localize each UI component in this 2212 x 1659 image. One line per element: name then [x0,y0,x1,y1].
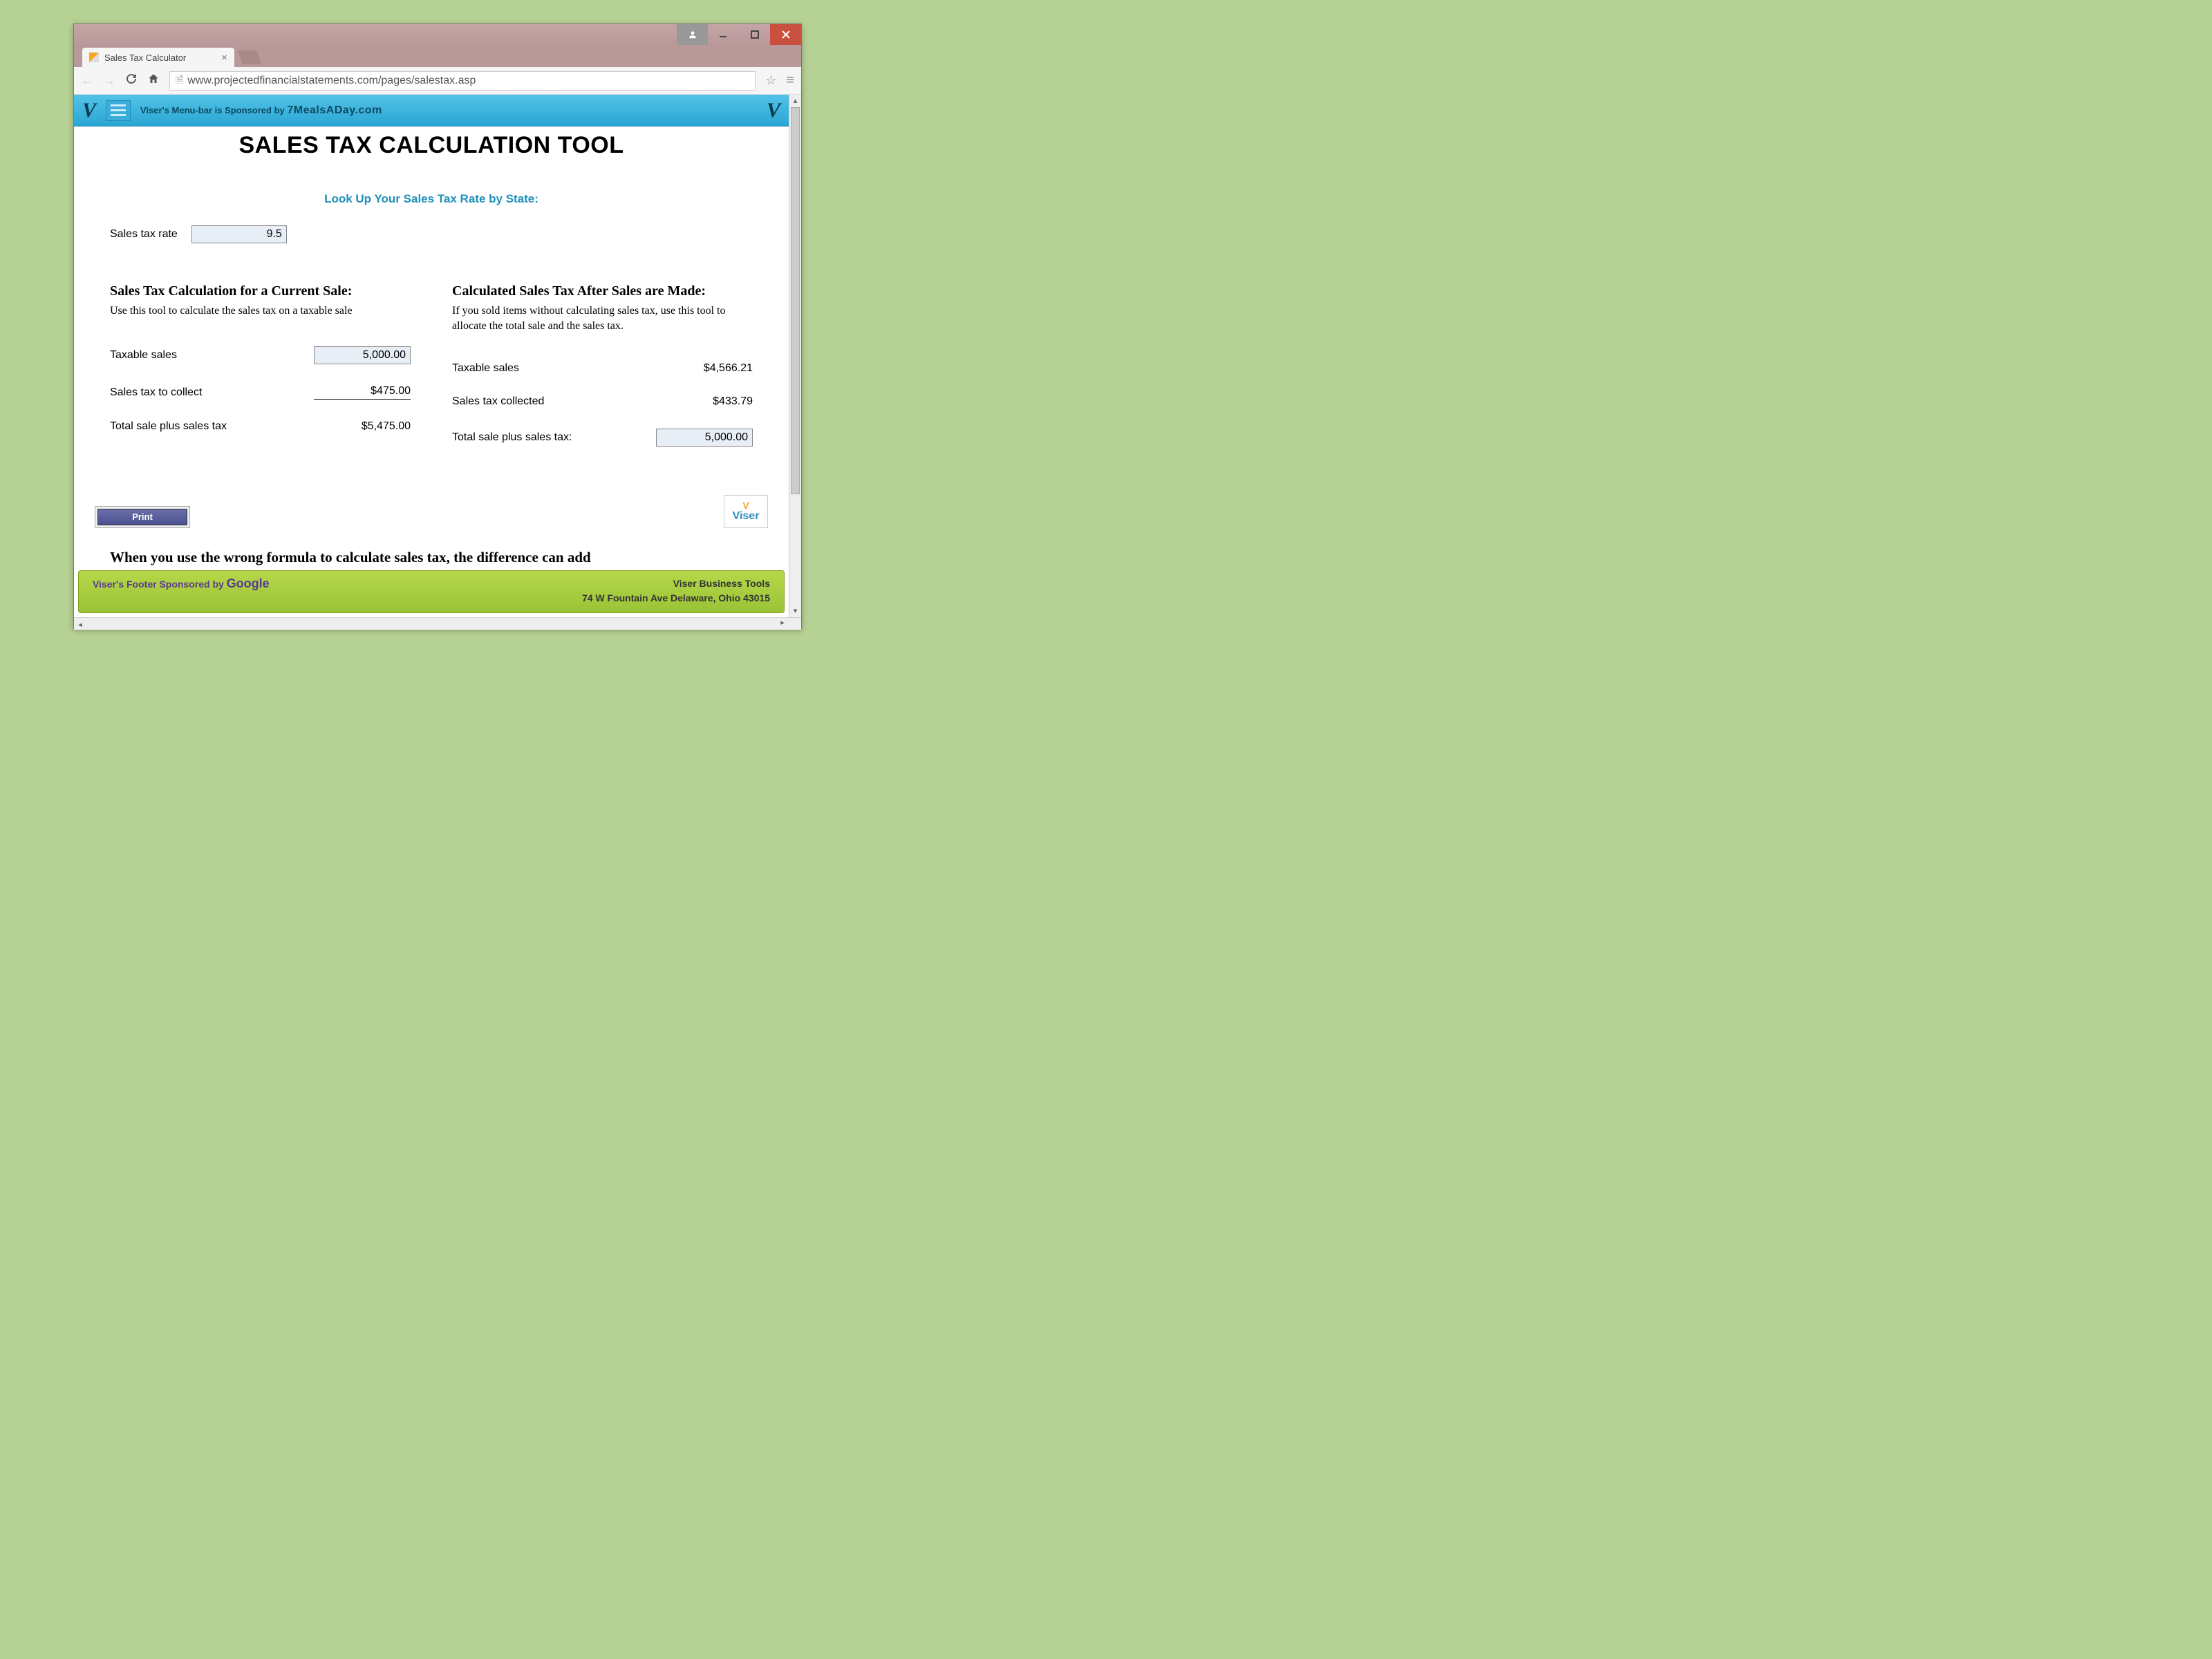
minimize-button[interactable] [708,24,739,45]
page-icon: 🗎 [176,73,183,89]
tab-title: Sales Tax Calculator [104,53,186,63]
user-icon[interactable] [677,24,708,45]
scroll-down-arrow[interactable]: ▾ [789,605,801,617]
right-total-label: Total sale plus sales tax: [452,431,572,444]
left-tax-collect-value: $475.00 [314,385,411,400]
address-bar[interactable]: 🗎 www.projectedfinancialstatements.com/p… [169,71,756,91]
window-titlebar [74,24,801,45]
right-col-desc: If you sold items without calculating sa… [452,303,753,335]
left-taxable-label: Taxable sales [110,349,177,362]
maximize-button[interactable] [739,24,770,45]
back-button[interactable]: ← [81,73,93,88]
right-col-title: Calculated Sales Tax After Sales are Mad… [452,283,753,299]
scroll-left-arrow[interactable]: ◂ [74,620,86,629]
left-total-label: Total sale plus sales tax [110,420,227,433]
rate-label: Sales tax rate [110,228,178,241]
print-button[interactable]: Print [97,509,187,525]
actions-row: Print V Viser [74,495,789,528]
left-taxable-input[interactable]: 5,000.00 [314,346,411,364]
scroll-right-arrow[interactable]: ▸ [776,618,789,627]
left-total-value: $5,475.00 [314,420,411,433]
after-sale-column: Calculated Sales Tax After Sales are Mad… [452,283,753,447]
favicon-icon [89,53,99,62]
current-sale-column: Sales Tax Calculation for a Current Sale… [110,283,411,447]
right-taxable-label: Taxable sales [452,362,519,375]
url-text: www.projectedfinancialstatements.com/pag… [187,75,476,87]
site-menubar: V Viser's Menu-bar is Sponsored by 7Meal… [74,95,789,126]
tab-close-icon[interactable]: × [221,52,227,64]
site-footer: Viser's Footer Sponsored by Google Viser… [78,570,785,613]
close-button[interactable] [770,24,801,45]
browser-tab[interactable]: Sales Tax Calculator × [82,48,234,67]
site-menu-icon[interactable] [106,100,131,121]
print-button-wrap: Print [95,506,190,528]
lookup-rate-link[interactable]: Look Up Your Sales Tax Rate by State: [74,192,789,206]
reload-button[interactable] [125,73,138,88]
page-content: V Viser's Menu-bar is Sponsored by 7Meal… [74,95,789,613]
viser-logo-left[interactable]: V [82,99,96,122]
rate-row: Sales tax rate [110,225,789,243]
sales-tax-rate-input[interactable] [191,225,287,243]
calculator-columns: Sales Tax Calculation for a Current Sale… [74,283,789,447]
viser-badge-icon: V [742,500,749,510]
footer-sponsor: Viser's Footer Sponsored by Google [93,577,270,606]
bookmark-star-icon[interactable]: ☆ [765,73,776,88]
scroll-thumb[interactable] [791,107,800,494]
horizontal-scrollbar[interactable]: ◂ ▸ [74,617,801,630]
viser-badge[interactable]: V Viser [724,495,768,528]
new-tab-button[interactable] [237,50,261,64]
left-col-desc: Use this tool to calculate the sales tax… [110,303,411,319]
tab-strip: Sales Tax Calculator × [74,45,801,67]
menubar-sponsor-text: Viser's Menu-bar is Sponsored by 7MealsA… [140,104,382,117]
left-col-title: Sales Tax Calculation for a Current Sale… [110,283,411,299]
page-viewport: V Viser's Menu-bar is Sponsored by 7Meal… [74,95,801,630]
footer-address: Viser Business Tools 74 W Fountain Ave D… [582,577,770,606]
forward-button[interactable]: → [103,73,115,88]
right-total-input[interactable]: 5,000.00 [656,429,753,447]
viser-logo-right[interactable]: V [767,99,780,122]
scroll-up-arrow[interactable]: ▴ [789,95,801,107]
left-tax-collect-label: Sales tax to collect [110,386,202,399]
right-tax-collected-label: Sales tax collected [452,395,544,408]
cutoff-heading: When you use the wrong formula to calcul… [110,549,753,566]
browser-window: Sales Tax Calculator × ← → 🗎 www.project… [73,24,802,629]
right-tax-collected-value: $433.79 [656,395,753,408]
nav-toolbar: ← → 🗎 www.projectedfinancialstatements.c… [74,67,801,95]
page-title: SALES TAX CALCULATION TOOL [74,132,789,159]
vertical-scrollbar[interactable]: ▴ ▾ [789,95,801,617]
chrome-menu-icon[interactable]: ≡ [786,73,794,88]
right-taxable-value: $4,566.21 [656,362,753,375]
home-button[interactable] [147,73,160,88]
